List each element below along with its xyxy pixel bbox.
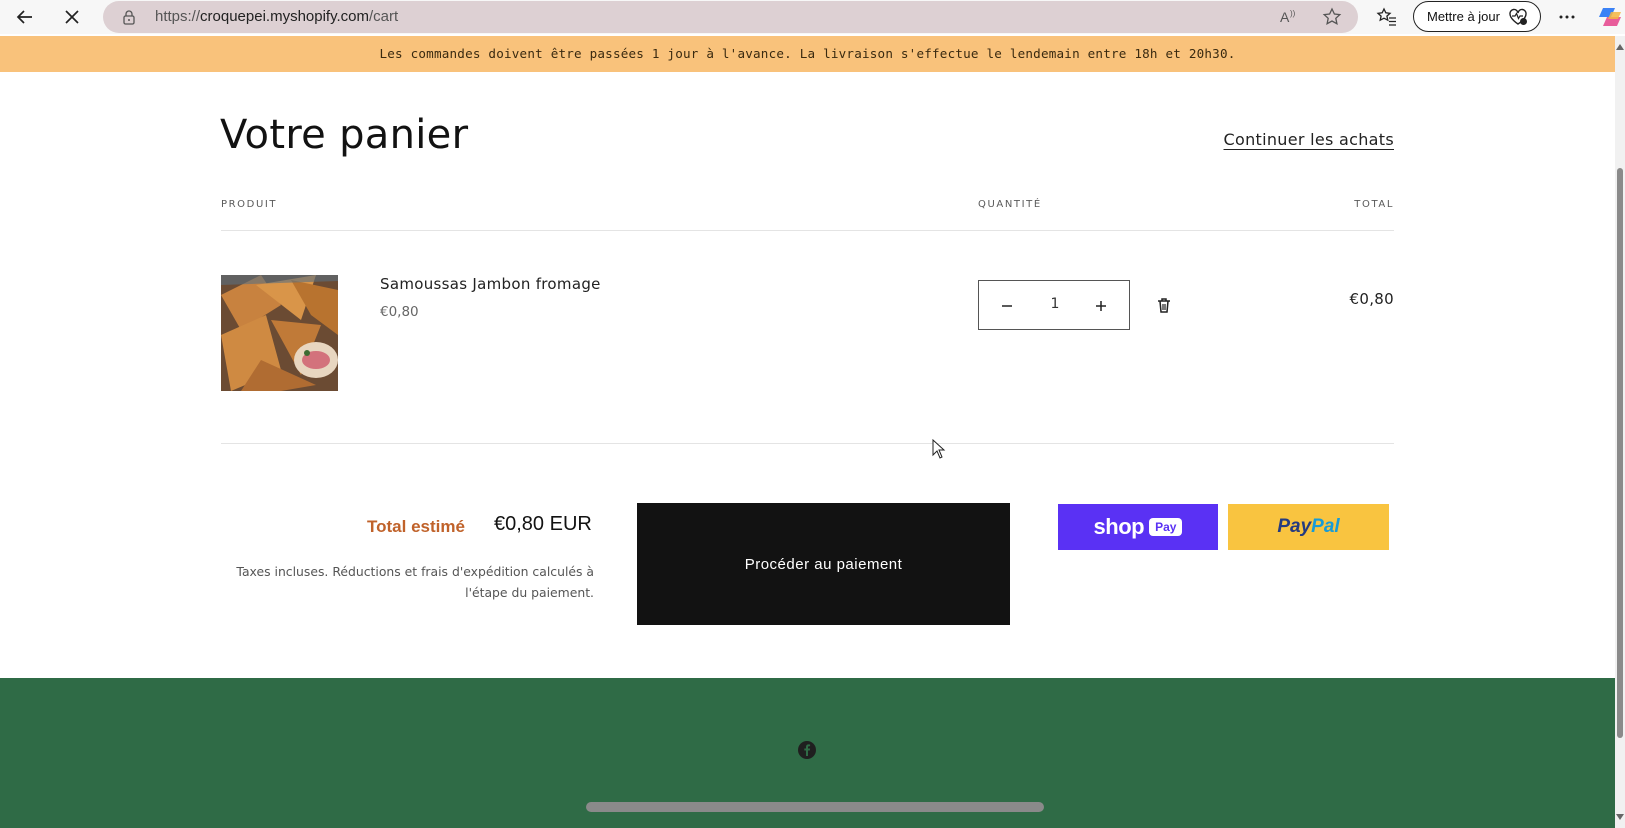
shop-pay-badge: Pay xyxy=(1149,518,1183,536)
line-item-total: €0,80 xyxy=(1349,290,1394,308)
more-menu-icon[interactable] xyxy=(1556,6,1578,28)
paypal-word-pal: Pal xyxy=(1311,516,1340,537)
url-path: /cart xyxy=(369,8,399,25)
favorites-list-icon[interactable] xyxy=(1376,6,1398,28)
stop-loading-icon xyxy=(65,10,79,24)
stop-loading-button[interactable] xyxy=(57,4,87,30)
header-divider xyxy=(221,230,1394,231)
checkout-button[interactable]: Procéder au paiement xyxy=(637,503,1010,625)
page-title: Votre panier xyxy=(220,112,469,158)
estimated-total-label: Total estimé xyxy=(367,517,465,536)
update-button-label: Mettre à jour xyxy=(1427,9,1500,24)
paypal-button[interactable]: Pay Pal xyxy=(1228,504,1389,550)
scroll-up-arrow-icon[interactable] xyxy=(1616,44,1624,50)
address-bar[interactable]: https://croquepei.myshopify.com/cart A)) xyxy=(103,1,1358,33)
lock-icon[interactable] xyxy=(121,9,137,25)
favorite-star-icon[interactable] xyxy=(1322,7,1342,27)
column-header-quantity: QUANTITÉ xyxy=(978,199,1042,210)
samoussa-photo-icon xyxy=(221,275,338,391)
update-browser-button[interactable]: Mettre à jour xyxy=(1413,1,1541,32)
svg-text:)): )) xyxy=(1290,9,1296,18)
tax-note: Taxes incluses. Réductions et frais d'ex… xyxy=(228,561,594,603)
vertical-scrollbar-thumb[interactable] xyxy=(1617,168,1623,738)
scroll-down-arrow-icon[interactable] xyxy=(1616,814,1624,820)
tax-note-line-1: Taxes incluses. Réductions et frais d'ex… xyxy=(236,564,594,579)
announcement-bar: Les commandes doivent être passées 1 jou… xyxy=(0,36,1615,72)
shop-pay-word: shop xyxy=(1093,514,1145,539)
browser-toolbar: https://croquepei.myshopify.com/cart A))… xyxy=(0,0,1625,34)
facebook-icon[interactable] xyxy=(798,741,816,759)
back-arrow-icon xyxy=(16,10,32,24)
horizontal-scrollbar-thumb[interactable] xyxy=(586,802,1044,812)
vertical-scrollbar[interactable] xyxy=(1615,36,1625,828)
quantity-input[interactable]: 1 xyxy=(1034,296,1076,312)
mouse-cursor-icon xyxy=(932,439,946,459)
paypal-word-pay: Pay xyxy=(1277,516,1312,537)
url-prefix: https:// xyxy=(155,8,201,25)
plus-icon xyxy=(1096,301,1106,311)
back-button[interactable] xyxy=(10,4,40,30)
product-image[interactable] xyxy=(221,275,338,391)
url-text[interactable]: https://croquepei.myshopify.com/cart xyxy=(155,8,398,25)
trash-icon xyxy=(1158,297,1170,313)
tax-note-line-2: l'étape du paiement. xyxy=(465,585,594,600)
quantity-stepper: 1 xyxy=(978,280,1130,330)
read-aloud-icon[interactable]: A)) xyxy=(1279,7,1299,27)
svg-text:A: A xyxy=(1280,9,1290,25)
estimated-total-value: €0,80 EUR xyxy=(494,513,592,535)
items-divider xyxy=(221,443,1394,444)
shop-pay-button[interactable]: shop Pay xyxy=(1058,504,1218,550)
column-header-product: PRODUIT xyxy=(221,199,278,210)
minus-icon xyxy=(1002,305,1012,307)
product-name[interactable]: Samoussas Jambon fromage xyxy=(380,275,601,293)
increase-quantity-button[interactable] xyxy=(1087,292,1115,320)
heart-pulse-icon xyxy=(1509,8,1527,25)
decrease-quantity-button[interactable] xyxy=(993,292,1021,320)
copilot-icon[interactable] xyxy=(1597,4,1625,30)
product-unit-price: €0,80 xyxy=(380,304,419,320)
remove-item-button[interactable] xyxy=(1153,294,1175,316)
continue-shopping-link[interactable]: Continuer les achats xyxy=(1224,130,1394,149)
url-domain: croquepei.myshopify.com xyxy=(200,8,369,25)
column-header-total: TOTAL xyxy=(1354,199,1394,210)
